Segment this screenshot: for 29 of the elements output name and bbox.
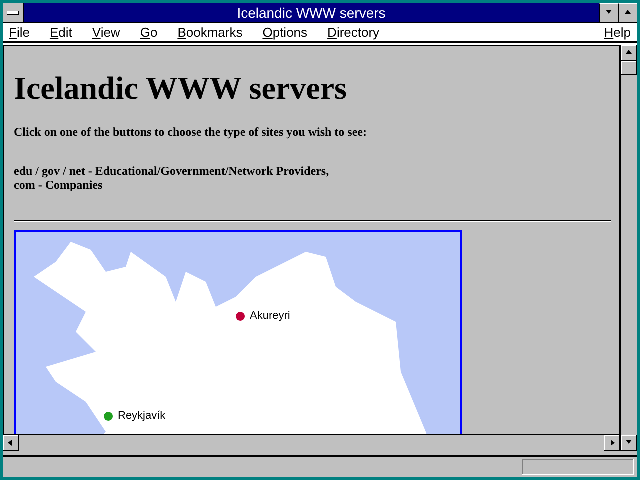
arrow-right-icon [608, 439, 616, 447]
arrow-up-icon [624, 9, 632, 17]
arrow-up-icon [625, 49, 633, 57]
menu-item[interactable]: View [92, 24, 120, 40]
minimize-button[interactable] [599, 3, 618, 22]
page-heading: Icelandic WWW servers [14, 70, 348, 107]
scroll-right-button[interactable] [604, 435, 620, 451]
legend-text: edu / gov / net - Educational/Government/Network Providers, [14, 164, 330, 178]
legend-text: com - Companies [14, 178, 104, 192]
menu-item[interactable]: Bookmarks [178, 24, 243, 40]
city-label: Akureyri [250, 310, 290, 322]
scroll-thumb[interactable] [621, 61, 637, 75]
menu-item[interactable]: Help [604, 24, 631, 40]
intro-text: Click on one of the buttons to choose the type of sites you wish to see: [14, 125, 368, 140]
menu-item[interactable]: Directory [328, 24, 380, 40]
scroll-down-button[interactable] [621, 435, 637, 451]
city-label: Reykjavík [118, 410, 166, 422]
menu-item[interactable]: Go [140, 24, 158, 40]
maximize-button[interactable] [618, 3, 637, 22]
menu-item[interactable]: Options [262, 24, 308, 40]
window-title: Icelandic WWW servers [236, 4, 387, 22]
scroll-left-button[interactable] [3, 435, 19, 451]
system-menu-button[interactable] [3, 3, 24, 22]
bar-icon [7, 10, 19, 14]
scroll-up-button[interactable] [621, 45, 637, 61]
menu-item[interactable]: File [9, 24, 30, 40]
arrow-left-icon [7, 439, 15, 447]
map-image[interactable]: Akureyri Reykjavík [14, 230, 462, 434]
menu-item[interactable]: Edit [50, 24, 72, 40]
